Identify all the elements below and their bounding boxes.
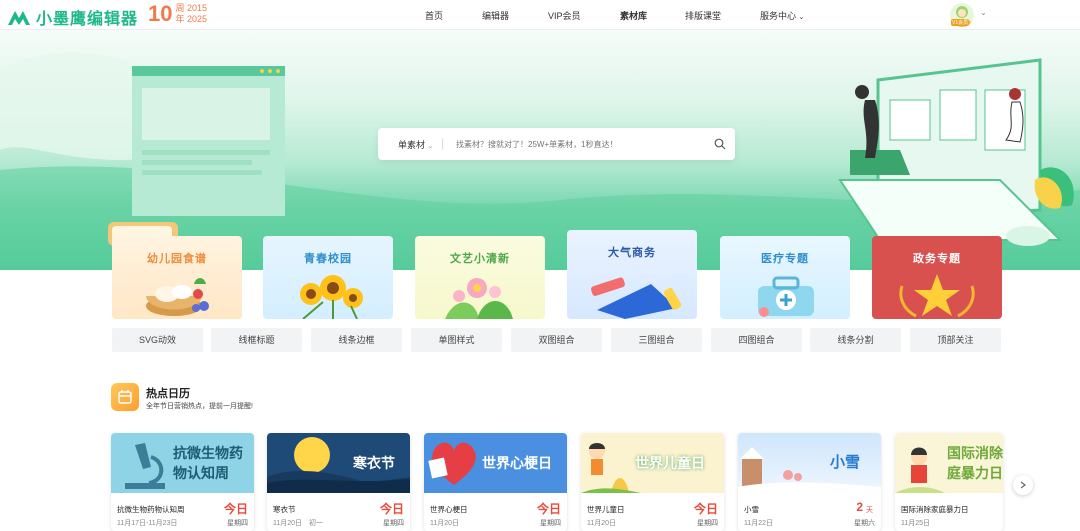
microscope-icon bbox=[125, 443, 165, 489]
hot-calendar-subtitle: 全年节日营销热点，提前一月提醒! bbox=[146, 403, 253, 410]
eagle-logo-icon bbox=[8, 11, 30, 25]
card-name: 寒衣节 bbox=[273, 505, 296, 514]
child-icon bbox=[581, 443, 641, 493]
tag-quad-image[interactable]: 四图组合 bbox=[711, 328, 802, 352]
nav-service-label: 服务中心 bbox=[760, 11, 797, 21]
category-card-kindergarten[interactable]: 幼儿园食谱 bbox=[112, 236, 242, 319]
hot-calendar-title: 热点日历 bbox=[146, 388, 190, 400]
card-countdown: 2 bbox=[856, 500, 863, 514]
nav-course[interactable]: 排版课堂 bbox=[685, 9, 721, 22]
card-countdown: 今日 bbox=[223, 502, 248, 516]
medical-kit-icon bbox=[758, 276, 814, 317]
card-countdown-unit: 天 bbox=[866, 507, 873, 514]
card-name: 小雪 bbox=[744, 505, 759, 514]
logo[interactable]: 小墨鹰编辑器 bbox=[6, 5, 138, 29]
tag-line-divider[interactable]: 线条分割 bbox=[810, 328, 901, 352]
card-date: 11月22日 bbox=[744, 520, 774, 527]
tag-single-image[interactable]: 单图样式 bbox=[411, 328, 502, 352]
category-card-government[interactable]: 政务专题 bbox=[872, 236, 1002, 319]
card-banner-title: 世界心梗日 bbox=[482, 455, 552, 471]
chevron-down-icon: ⌄ bbox=[798, 14, 805, 21]
card-banner: 国际消除家庭暴力日 bbox=[895, 433, 1003, 493]
search-icon[interactable] bbox=[714, 138, 726, 150]
card-weekday: 星期四 bbox=[540, 520, 561, 527]
card-banner: 抗微生物药物认知周 bbox=[111, 433, 254, 493]
nav-editor[interactable]: 编辑器 bbox=[482, 9, 509, 22]
card-banner: 小雪 bbox=[738, 433, 881, 493]
category-card-medical[interactable]: 医疗专题 bbox=[720, 236, 850, 319]
chevron-down-icon: ⌄ bbox=[427, 143, 434, 150]
card-date: 11月25日 bbox=[901, 520, 931, 527]
card-name: 世界儿童日 bbox=[587, 505, 625, 514]
avatar-badge: V1会员 bbox=[951, 19, 970, 26]
card-weekday: 星期四 bbox=[383, 520, 404, 527]
card-banner-title: 小雪 bbox=[830, 454, 861, 471]
card-weekday: 星期六 bbox=[854, 520, 875, 527]
card-banner: 世界儿童日 bbox=[581, 433, 724, 493]
calendar-card[interactable]: 小雪 小雪 11月22日 2 天 星期六 bbox=[738, 433, 881, 531]
card-name: 国际消除家庭暴力日 bbox=[901, 505, 969, 514]
category-card-artistic[interactable]: 文艺小清新 bbox=[415, 236, 545, 319]
flower-icon bbox=[445, 278, 513, 319]
search-bar: 单素材 ⌄ bbox=[378, 128, 735, 160]
tag-top-follow[interactable]: 顶部关注 bbox=[910, 328, 1001, 352]
category-card-campus[interactable]: 青春校园 bbox=[263, 236, 393, 319]
tag-triple-image[interactable]: 三图组合 bbox=[611, 328, 702, 352]
anniversary-line-1: 周 2015 bbox=[175, 3, 208, 13]
anniversary-line-2: 年 2025 bbox=[175, 14, 208, 24]
card-name: 世界心梗日 bbox=[430, 505, 468, 514]
search-divider bbox=[442, 138, 443, 150]
card-countdown-number: 2 bbox=[856, 500, 863, 514]
search-type-label: 单素材 bbox=[398, 140, 426, 150]
briefcase-icon bbox=[591, 277, 682, 319]
card-name: 抗微生物药物认知周 bbox=[117, 505, 185, 514]
category-card-business[interactable]: 大气商务 bbox=[567, 230, 697, 319]
card-weekday: 星期四 bbox=[697, 520, 718, 527]
tag-double-image[interactable]: 双图组合 bbox=[511, 328, 602, 352]
search-input[interactable] bbox=[456, 137, 696, 151]
calendar-card[interactable]: 抗微生物药物认知周 抗微生物药物认知周 11月17日-11月23日 今日 星期四 bbox=[111, 433, 254, 531]
card-banner: 寒衣节 bbox=[267, 433, 410, 493]
calendar-card[interactable]: 国际消除家庭暴力日 国际消除家庭暴力日 11月25日 bbox=[895, 433, 1003, 531]
family-icon bbox=[895, 447, 945, 493]
calendar-card[interactable]: 世界心梗日 世界心梗日 11月20日 今日 星期四 bbox=[424, 433, 567, 531]
card-banner: 世界心梗日 bbox=[424, 433, 567, 493]
card-countdown: 今日 bbox=[379, 502, 404, 516]
heart-icon bbox=[428, 442, 476, 485]
calendar-card[interactable]: 世界儿童日 世界儿童日 11月20日 今日 星期四 bbox=[581, 433, 724, 531]
card-banner-title: 抗微生物药物认知周 bbox=[173, 445, 243, 481]
search-type-select[interactable]: 单素材 ⌄ bbox=[398, 138, 433, 151]
card-date: 11月20日 bbox=[587, 520, 617, 527]
nav-vip[interactable]: VIP会员 bbox=[548, 9, 581, 22]
sunflower-icon bbox=[300, 275, 363, 319]
nav-service[interactable]: 服务中心 ⌄ bbox=[760, 9, 804, 22]
card-date: 11月17日-11月23日 bbox=[117, 520, 178, 527]
card-banner-title: 国际消除家庭暴力日 bbox=[947, 445, 1003, 481]
food-bowl-icon bbox=[146, 278, 209, 316]
anniversary-number: 10 bbox=[148, 1, 173, 26]
avatar-chevron-icon[interactable]: ⌄ bbox=[980, 8, 987, 17]
calendar-icon bbox=[111, 383, 139, 411]
card-date: 11月20日 初一 bbox=[273, 520, 324, 527]
star-emblem-icon bbox=[899, 274, 975, 318]
desk-illustration bbox=[838, 58, 1074, 246]
logo-text: 小墨鹰编辑器 bbox=[36, 11, 139, 28]
nav-home[interactable]: 首页 bbox=[425, 9, 443, 22]
card-banner-title: 世界儿童日 bbox=[635, 455, 705, 471]
card-countdown: 今日 bbox=[693, 502, 718, 516]
top-header: 小墨鹰编辑器 10 周 2015 年 2025 首页 编辑器 VIP会员 素材库… bbox=[0, 0, 1080, 30]
tag-frame-title[interactable]: 线框标题 bbox=[211, 328, 302, 352]
card-weekday: 星期四 bbox=[227, 520, 248, 527]
tag-svg-animation[interactable]: SVG动效 bbox=[112, 328, 203, 352]
card-countdown: 今日 bbox=[536, 502, 561, 516]
card-date: 11月20日 bbox=[430, 520, 460, 527]
card-banner-title: 寒衣节 bbox=[353, 455, 395, 471]
chevron-right-icon bbox=[1020, 481, 1026, 489]
calendar-card[interactable]: 寒衣节 寒衣节 11月20日 初一 今日 星期四 bbox=[267, 433, 410, 531]
tag-line-border[interactable]: 线条边框 bbox=[311, 328, 402, 352]
anniversary-badge: 10 周 2015 年 2025 bbox=[148, 3, 207, 25]
nav-materials[interactable]: 素材库 bbox=[620, 9, 647, 22]
next-arrow-button[interactable] bbox=[1013, 475, 1033, 495]
